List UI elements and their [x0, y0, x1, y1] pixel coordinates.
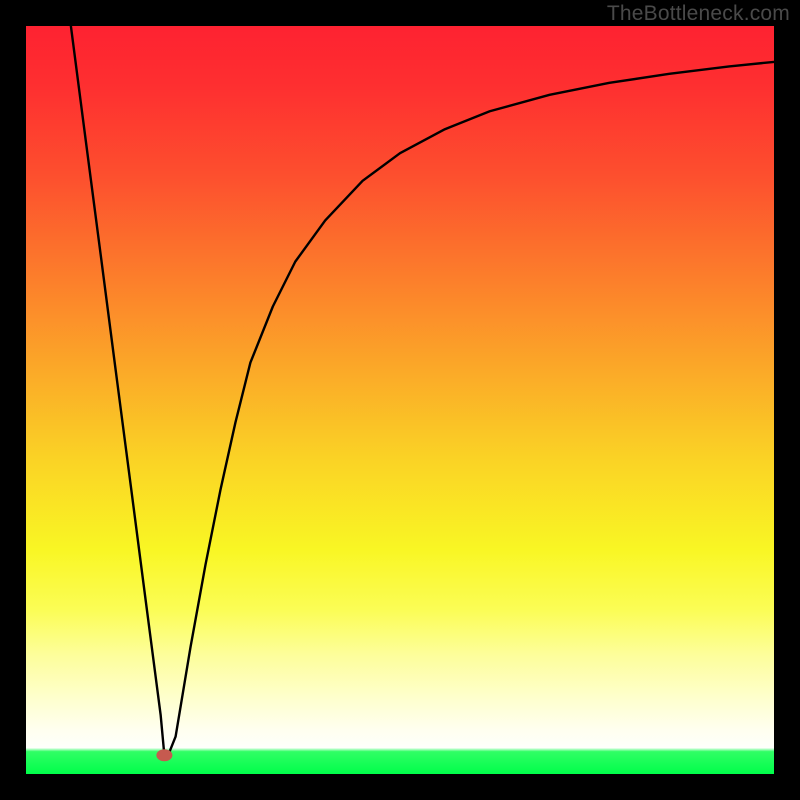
curve-minimum-marker	[156, 749, 172, 761]
bottleneck-curve	[71, 26, 774, 755]
watermark-text: TheBottleneck.com	[607, 2, 790, 26]
chart-svg	[26, 26, 774, 774]
chart-frame: TheBottleneck.com	[0, 0, 800, 800]
plot-area	[26, 26, 774, 774]
